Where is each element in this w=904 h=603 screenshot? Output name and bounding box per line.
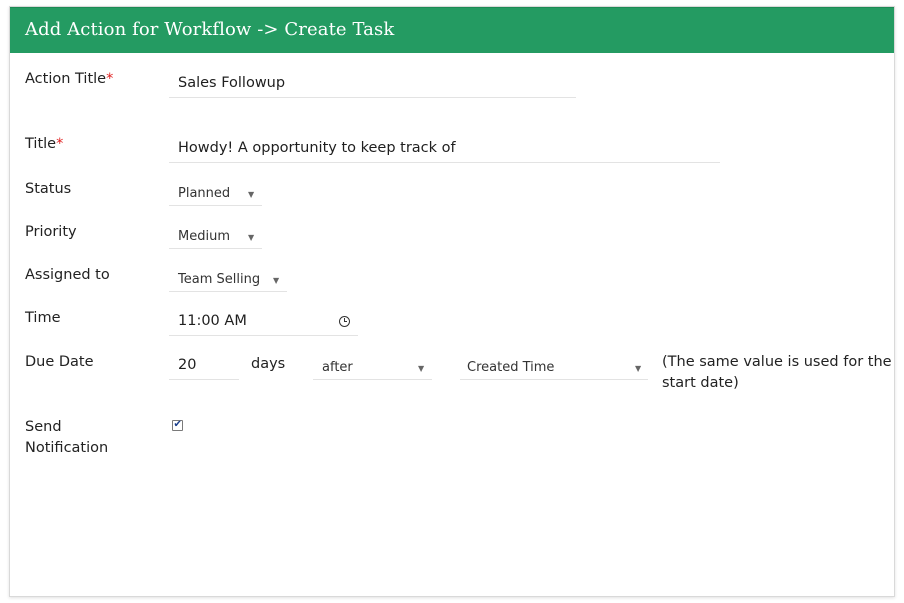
- action-title-input[interactable]: Sales Followup: [169, 71, 576, 98]
- status-selected-value: Planned: [178, 186, 231, 201]
- chevron-down-icon: ▼: [418, 364, 425, 373]
- required-mark: *: [56, 136, 64, 152]
- clock-icon[interactable]: [339, 316, 350, 327]
- title-label-text: Title: [25, 136, 57, 152]
- send-notification-label-line-2: Notification: [25, 440, 109, 456]
- action-title-value: Sales Followup: [178, 75, 286, 91]
- create-task-dialog: Add Action for Workflow -> Create Task A…: [9, 6, 895, 597]
- due-date-direction-select[interactable]: after ▼: [313, 356, 432, 380]
- chevron-down-icon: ▼: [273, 276, 280, 285]
- due-date-unit: days: [251, 356, 286, 372]
- due-date-note-line-1: (The same value is used for the: [662, 354, 892, 370]
- due-date-note-line-2: start date): [662, 375, 739, 391]
- due-date-days-input[interactable]: 20: [169, 353, 239, 380]
- chevron-down-icon: ▼: [248, 233, 255, 242]
- due-date-days-value: 20: [178, 357, 197, 373]
- assigned-to-select[interactable]: Team Selling ▼: [169, 268, 287, 292]
- due-date-label: Due Date: [25, 354, 94, 370]
- chevron-down-icon: ▼: [635, 364, 642, 373]
- priority-label: Priority: [25, 224, 77, 240]
- time-input[interactable]: 11:00 AM: [169, 309, 358, 336]
- title-value: Howdy! A opportunity to keep track of: [178, 140, 456, 156]
- title-input[interactable]: Howdy! A opportunity to keep track of: [169, 136, 720, 163]
- assigned-to-selected-value: Team Selling: [178, 272, 261, 287]
- title-label: Title*: [25, 134, 63, 154]
- time-label: Time: [25, 310, 61, 326]
- due-date-reference-value: Created Time: [467, 360, 555, 375]
- time-value: 11:00 AM: [178, 313, 247, 329]
- status-select[interactable]: Planned ▼: [169, 182, 262, 206]
- priority-select[interactable]: Medium ▼: [169, 225, 262, 249]
- priority-selected-value: Medium: [178, 229, 230, 244]
- action-title-label: Action Title*: [25, 69, 113, 89]
- status-label: Status: [25, 181, 72, 197]
- chevron-down-icon: ▼: [248, 190, 255, 199]
- assigned-to-label: Assigned to: [25, 267, 110, 283]
- required-mark: *: [106, 71, 114, 87]
- send-notification-checkbox[interactable]: ✔: [172, 419, 183, 431]
- due-date-reference-select[interactable]: Created Time ▼: [460, 356, 648, 380]
- dialog-header: Add Action for Workflow -> Create Task: [10, 7, 894, 53]
- due-date-direction-value: after: [322, 360, 353, 375]
- action-title-label-text: Action Title: [25, 71, 107, 87]
- send-notification-label-line-1: Send: [25, 419, 62, 435]
- checkmark-icon: ✔: [173, 419, 182, 430]
- dialog-title: Add Action for Workflow -> Create Task: [25, 19, 395, 40]
